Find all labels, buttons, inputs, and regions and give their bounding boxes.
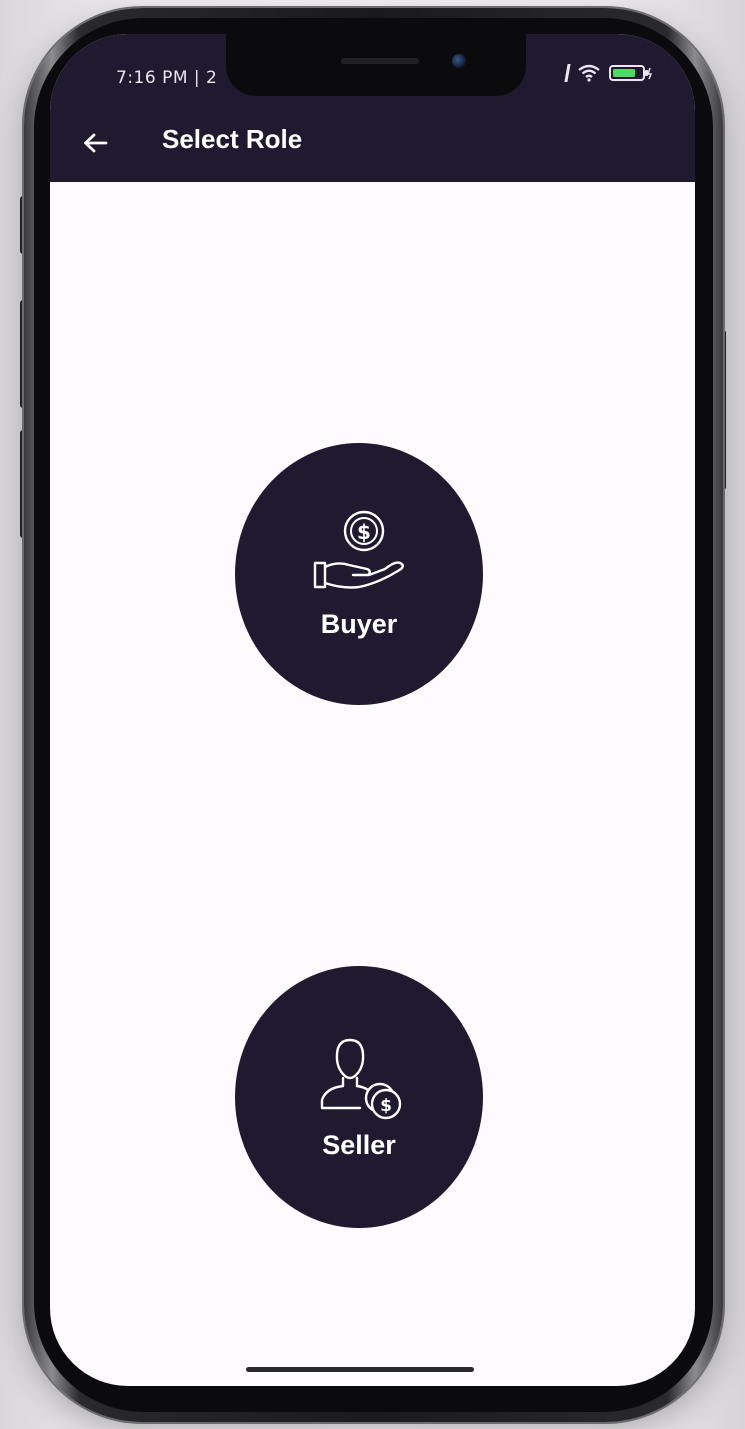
wifi-icon xyxy=(578,64,600,82)
home-indicator[interactable] xyxy=(246,1367,474,1372)
hand-dollar-icon: $ xyxy=(313,510,404,589)
seller-role-button[interactable]: $ Seller xyxy=(235,966,483,1228)
svg-text:$: $ xyxy=(357,520,371,544)
page-title: Select Role xyxy=(162,124,303,154)
buyer-role-button[interactable]: $ Buyer xyxy=(235,443,483,705)
app-header: 7:16 PM | 2 Select Role xyxy=(50,34,695,182)
speaker-grille xyxy=(341,58,419,64)
svg-text:$: $ xyxy=(380,1096,392,1116)
front-camera xyxy=(452,54,466,68)
app-screen: 7:16 PM | 2 Select Role $ Buyer $ Seller xyxy=(50,34,695,1386)
seller-role-label: Seller xyxy=(322,1129,396,1160)
signal-icon xyxy=(564,64,571,82)
battery-icon xyxy=(609,65,653,81)
arrow-left-icon xyxy=(84,133,108,153)
person-coins-icon: $ xyxy=(320,1038,402,1119)
back-button[interactable] xyxy=(70,118,120,168)
status-icons xyxy=(564,64,653,82)
buyer-role-label: Buyer xyxy=(320,608,398,639)
notch xyxy=(226,34,526,96)
status-time: 7:16 PM | 2 xyxy=(116,68,218,88)
device-stage: 7:16 PM | 2 Select Role $ Buyer $ Seller xyxy=(0,0,745,1429)
